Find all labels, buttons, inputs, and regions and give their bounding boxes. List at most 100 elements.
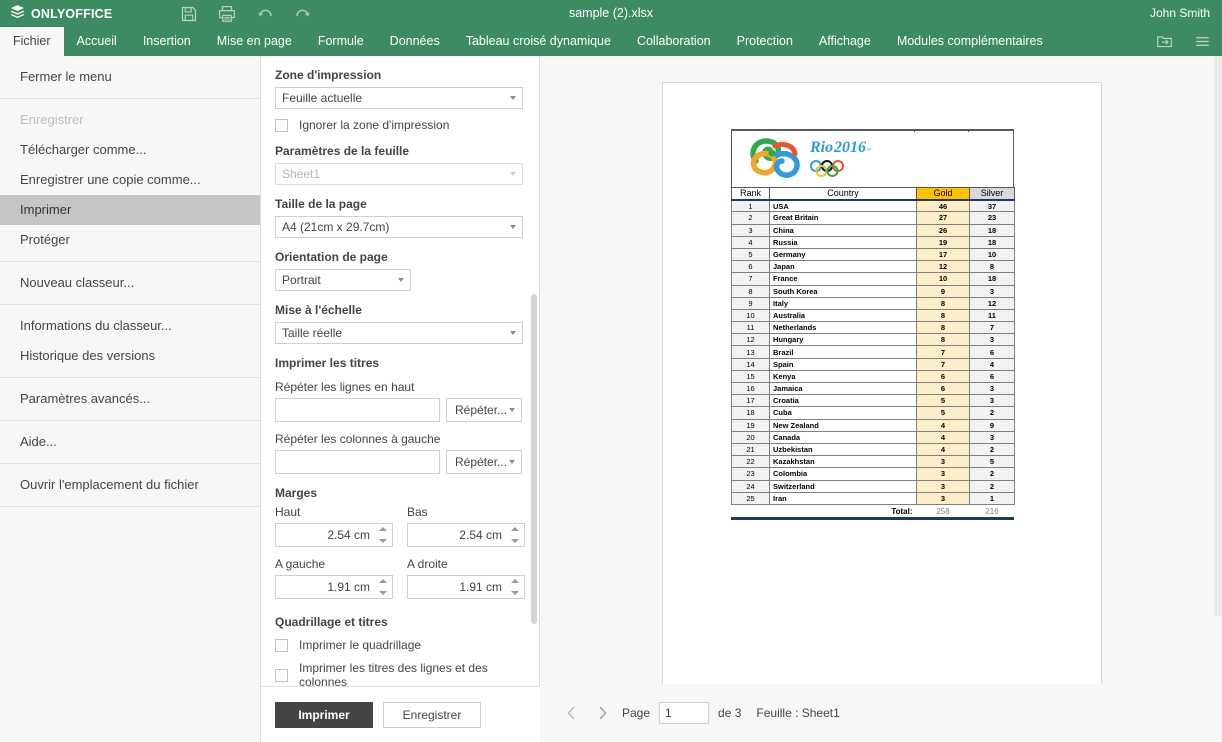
sidebar-item-aide[interactable]: Aide...	[0, 427, 260, 457]
settings-scrollbar-thumb[interactable]	[531, 294, 537, 624]
sheet-settings-select[interactable]: Sheet1	[275, 163, 523, 185]
save-icon[interactable]	[170, 0, 208, 27]
print-button[interactable]: Imprimer	[275, 701, 373, 728]
cell-rank: 15	[731, 369, 770, 384]
medal-table-body: 1 USA 46 37 2 Great Britain 27 23 3 China 26 18 4 Rus…	[731, 198, 1015, 505]
redo-icon[interactable]	[284, 0, 322, 27]
chevron-left-icon[interactable]	[560, 702, 582, 724]
chevron-down-icon	[510, 172, 516, 176]
stepper-arrows-icon[interactable]	[378, 579, 387, 595]
cell-silver: 6	[969, 369, 1015, 384]
margin-bottom-stepper[interactable]: 2.54 cm	[407, 523, 525, 547]
file-menu-group: Ouvrir l'emplacement du fichier	[0, 464, 260, 507]
user-name[interactable]: John Smith	[1150, 0, 1210, 27]
margin-left-stepper[interactable]: 1.91 cm	[275, 575, 393, 599]
table-row: 20 Canada 4 3	[731, 430, 1015, 444]
table-row: 25 Iran 3 1	[731, 491, 1015, 505]
repeat-cols-button[interactable]: Répéter...	[446, 450, 522, 474]
current-sheet-label: Feuille : Sheet1	[756, 706, 840, 720]
cell-silver: 6	[969, 345, 1015, 359]
save-settings-button[interactable]: Enregistrer	[383, 701, 481, 728]
preview-page: Rio 2016 ™ Rank Country Gold Silver 1 US…	[662, 82, 1102, 690]
cell-gold: 4	[916, 442, 970, 457]
total-label: Total:	[731, 504, 917, 518]
tab-collaboration[interactable]: Collaboration	[624, 27, 724, 56]
open-file-location-icon[interactable]	[1150, 27, 1178, 56]
cell-rank: 23	[731, 467, 770, 481]
print-titles-label: Imprimer les titres	[275, 356, 380, 370]
tab-insertion[interactable]: Insertion	[130, 27, 204, 56]
print-range-value: Feuille actuelle	[282, 91, 363, 105]
quick-access-toolbar	[170, 0, 322, 27]
sidebar-item-informations-du-classeur[interactable]: Informations du classeur...	[0, 311, 260, 341]
sidebar-item-historique-des-versions[interactable]: Historique des versions	[0, 341, 260, 371]
tab-formule[interactable]: Formule	[305, 27, 377, 56]
print-icon[interactable]	[208, 0, 246, 27]
undo-icon[interactable]	[246, 0, 284, 27]
print-gridlines-checkbox[interactable]	[275, 638, 288, 652]
tab-protection[interactable]: Protection	[724, 27, 806, 56]
repeat-cols-input[interactable]	[275, 450, 440, 474]
hamburger-menu-icon[interactable]	[1188, 27, 1216, 56]
tab-modules-complementaires[interactable]: Modules complémentaires	[884, 27, 1056, 56]
cell-country: Kazakhstan	[769, 455, 917, 469]
sidebar-item-nouveau-classeur[interactable]: Nouveau classeur...	[0, 268, 260, 298]
sidebar-item-parametres-avances[interactable]: Paramètres avancés...	[0, 384, 260, 414]
cell-rank: 16	[731, 381, 770, 396]
print-range-label: Zone d'impression	[275, 68, 382, 82]
margin-top-stepper[interactable]: 2.54 cm	[275, 523, 393, 547]
margin-left-value: 1.91 cm	[327, 580, 370, 594]
tab-mise-en-page[interactable]: Mise en page	[204, 27, 305, 56]
cell-country: Netherlands	[769, 321, 917, 335]
sidebar-item-telecharger-comme[interactable]: Télécharger comme...	[0, 135, 260, 165]
cell-country: New Zealand	[769, 418, 917, 432]
sidebar-item-fermer-le-menu[interactable]: Fermer le menu	[0, 62, 260, 92]
tab-tableau-croise-dynamique[interactable]: Tableau croisé dynamique	[453, 27, 624, 56]
cell-gold: 10	[916, 272, 970, 286]
margins-top-bottom-row: Haut 2.54 cm Bas 2.54 cm	[275, 505, 526, 547]
scaling-select[interactable]: Taille réelle	[275, 322, 523, 344]
print-headings-checkbox[interactable]	[275, 668, 288, 682]
print-headings-row[interactable]: Imprimer les titres des lignes et des co…	[275, 661, 526, 689]
tab-affichage[interactable]: Affichage	[806, 27, 884, 56]
tab-donnees[interactable]: Données	[377, 27, 453, 56]
column-separator	[914, 129, 915, 132]
file-menu-group: Aide...	[0, 421, 260, 464]
col-header-silver: Silver	[969, 186, 1015, 201]
sidebar-item-imprimer[interactable]: Imprimer	[0, 195, 260, 225]
repeat-rows-input[interactable]	[275, 398, 440, 422]
stepper-arrows-icon[interactable]	[510, 527, 519, 543]
print-settings-panel: Zone d'impression Feuille actuelle Ignor…	[261, 56, 540, 742]
title-bar: ONLYOFFICE sample (2).xlsx John Smith	[0, 0, 1222, 27]
table-row: 14 Spain 7 4	[731, 357, 1015, 371]
sidebar-item-enregistrer-une-copie-comme[interactable]: Enregistrer une copie comme...	[0, 165, 260, 195]
preview-scrollbar[interactable]	[1213, 56, 1222, 696]
sidebar-item-proteger[interactable]: Protéger	[0, 225, 260, 255]
brand-name: ONLYOFFICE	[31, 6, 113, 21]
page-size-select[interactable]: A4 (21cm x 29.7cm)	[275, 216, 523, 238]
stepper-arrows-icon[interactable]	[510, 579, 519, 595]
ignore-print-area-row[interactable]: Ignorer la zone d'impression	[275, 118, 526, 132]
cell-gold: 7	[916, 345, 970, 359]
cell-gold: 46	[916, 198, 970, 213]
repeat-rows-button[interactable]: Répéter...	[446, 398, 522, 422]
settings-scrollbar[interactable]	[531, 64, 537, 684]
table-row: 11 Netherlands 8 7	[731, 321, 1015, 335]
cell-country: Jamaica	[769, 381, 917, 396]
ignore-print-area-checkbox[interactable]	[275, 118, 288, 132]
file-menu-group: Nouveau classeur...	[0, 262, 260, 305]
cell-rank: 17	[731, 394, 770, 408]
print-gridlines-row[interactable]: Imprimer le quadrillage	[275, 638, 526, 652]
chevron-right-icon[interactable]	[591, 702, 613, 724]
tab-fichier[interactable]: Fichier	[0, 27, 64, 56]
orientation-value: Portrait	[282, 273, 321, 287]
ribbon-tab-bar: Fichier Accueil Insertion Mise en page F…	[0, 27, 1222, 56]
page-number-input[interactable]: 1	[659, 702, 710, 724]
margin-right-stepper[interactable]: 1.91 cm	[407, 575, 525, 599]
stepper-arrows-icon[interactable]	[378, 527, 387, 543]
sidebar-item-ouvrir-emplacement-du-fichier[interactable]: Ouvrir l'emplacement du fichier	[0, 470, 260, 500]
preview-scrollbar-thumb[interactable]	[1214, 56, 1221, 616]
print-range-select[interactable]: Feuille actuelle	[275, 87, 523, 109]
tab-accueil[interactable]: Accueil	[64, 27, 130, 56]
orientation-select[interactable]: Portrait	[275, 269, 411, 291]
